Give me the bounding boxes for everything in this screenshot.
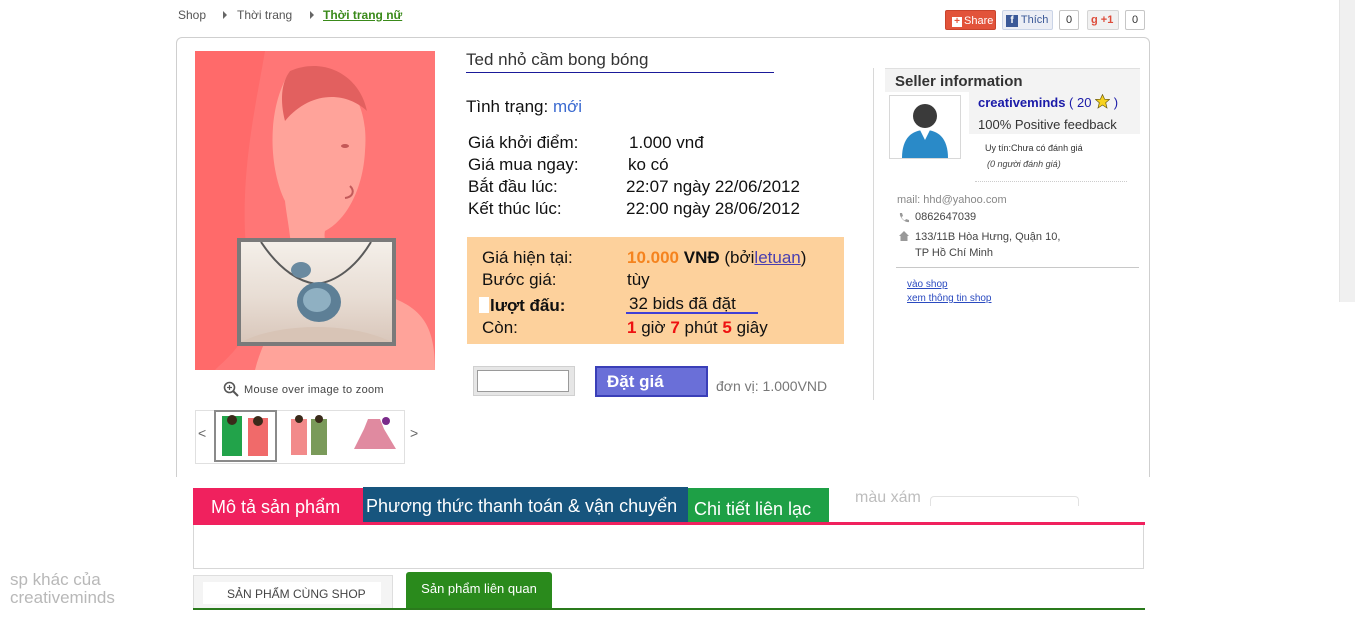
start-time-label: Bắt đầu lúc: (468, 177, 558, 196)
step-label: Bước giá: (482, 270, 557, 289)
tab-payment-shipping[interactable]: Phương thức thanh toán & vận chuyển (363, 487, 688, 524)
thumb-prev-button[interactable]: < (198, 425, 206, 441)
thumbnail-2[interactable] (289, 413, 335, 459)
magnifier-icon (223, 381, 239, 397)
google-plus-count: 0 (1125, 10, 1145, 30)
tab-same-shop[interactable]: SẢN PHẨM CÙNG SHOP (193, 575, 393, 609)
necklace-icon (241, 242, 392, 342)
start-price: 1.000 vnđ (629, 133, 704, 152)
scrollbar[interactable] (1339, 0, 1355, 302)
tab-grey[interactable]: màu xám (843, 486, 921, 522)
user-avatar-icon (902, 104, 948, 158)
bidder-link[interactable]: letuan (754, 248, 800, 267)
share-button[interactable]: + Share (945, 10, 996, 30)
seller-trust: Uy tín:Chưa có đánh giá (985, 143, 1083, 153)
remaining-label: Còn: (482, 318, 518, 337)
breadcrumb-arrow-icon (223, 11, 227, 19)
tab-related-products[interactable]: Sản phẩm liên quan (406, 572, 552, 609)
facebook-like-count: 0 (1059, 10, 1079, 30)
plus-icon: + (952, 17, 962, 27)
bid-amount-wrapper (473, 366, 575, 396)
tab-contact[interactable]: Chi tiết liên lạc (688, 488, 829, 524)
tab-panel (193, 525, 1144, 569)
other-products-label: sp khác của creativeminds (10, 570, 115, 607)
shop-info-link[interactable]: xem thông tin shop (907, 293, 992, 304)
zoom-preview (237, 238, 396, 346)
zoom-hint: Mouse over image to zoom (244, 384, 384, 396)
thumbnail-3[interactable] (350, 413, 396, 459)
place-bid-button[interactable]: Đặt giá (595, 366, 708, 397)
step-value: tùy (627, 270, 650, 289)
seller-header: Seller information (885, 68, 1140, 92)
bid-status-box: Giá hiện tại: 10.000 VNĐ (bởiletuan) Bướ… (467, 237, 844, 344)
current-price: 10.000 VNĐ (bởiletuan) (627, 248, 807, 267)
visit-shop-link[interactable]: vào shop (907, 279, 948, 290)
breadcrumb-current[interactable]: Thời trang nữ (323, 8, 402, 22)
breadcrumb-arrow-icon (310, 11, 314, 19)
thumbnail-dress-icon (291, 415, 327, 455)
tab-empty[interactable] (930, 496, 1079, 506)
start-time: 22:07 ngày 22/06/2012 (626, 177, 800, 196)
condition-value: mới (552, 97, 583, 116)
tab-description[interactable]: Mô tả sản phẩm (193, 488, 363, 524)
seller-name-row: creativeminds ( 20 ) (978, 93, 1119, 110)
end-time: 22:00 ngày 28/06/2012 (626, 199, 800, 218)
thumbnail-dress-icon (222, 415, 268, 456)
breadcrumb-thoi-trang[interactable]: Thời trang (237, 8, 292, 22)
google-plus-button[interactable]: g +1 (1087, 10, 1119, 30)
end-time-label: Kết thúc lúc: (468, 199, 562, 218)
buy-now-label: Giá mua ngay: (468, 155, 579, 174)
breadcrumb-shop[interactable]: Shop (178, 8, 206, 22)
thumbnail-dress-icon (354, 417, 396, 449)
seller-phone: 0862647039 (915, 211, 977, 223)
home-icon (899, 231, 909, 241)
seller-feedback: 100% Positive feedback (978, 117, 1117, 132)
phone-icon (899, 213, 909, 223)
star-icon (1094, 93, 1111, 109)
start-price-label: Giá khởi điểm: (468, 133, 579, 152)
condition: Tình trạng: mới (466, 97, 583, 116)
thumb-next-button[interactable]: > (410, 425, 418, 441)
bid-unit: đơn vị: 1.000VND (716, 378, 828, 394)
facebook-icon: f (1006, 15, 1018, 27)
buy-now-value: ko có (628, 155, 669, 174)
bids-count-link[interactable]: 32 bids đã đặt (629, 294, 736, 314)
seller-email: mail: hhd@yahoo.com (897, 194, 1007, 206)
remaining-time: 1 giờ 7 phút 5 giây (627, 318, 768, 337)
seller-address-1: 133/11B Hòa Hưng, Quận 10, (915, 231, 1061, 243)
seller-address-2: TP Hồ Chí Minh (915, 247, 994, 259)
bids-label: lượt đấu: (490, 296, 566, 315)
seller-score: 20 (1077, 95, 1092, 110)
thumbnail-1[interactable] (214, 410, 277, 462)
seller-raters: (0 người đánh giá) (987, 159, 1061, 169)
seller-avatar[interactable] (889, 95, 961, 159)
current-price-label: Giá hiện tại: (482, 248, 573, 267)
bid-amount-input[interactable] (477, 370, 569, 392)
seller-name-link[interactable]: creativeminds (978, 95, 1065, 110)
facebook-like-button[interactable]: f Thích (1002, 10, 1053, 30)
product-title: Ted nhỏ cầm bong bóng (466, 50, 774, 73)
